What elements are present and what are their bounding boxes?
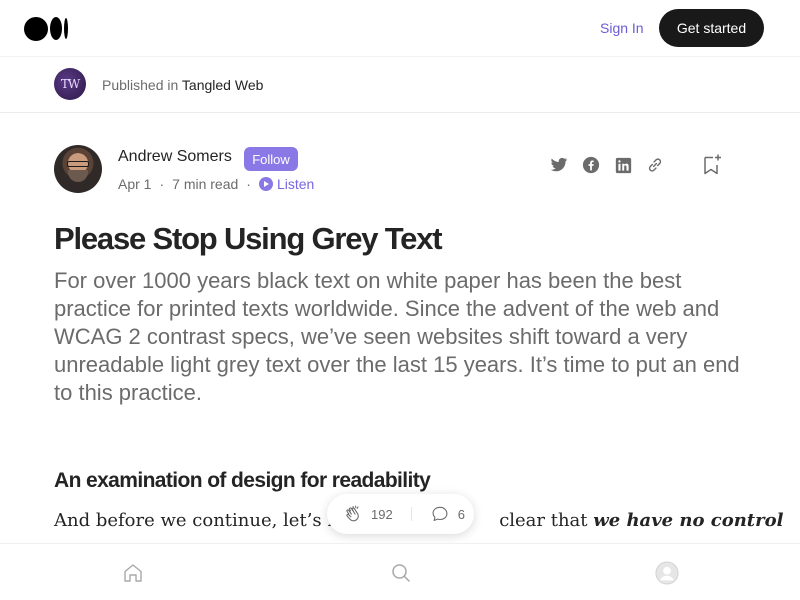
meta-separator: ·: [159, 176, 165, 192]
home-icon[interactable]: [121, 561, 145, 585]
clap-count: 192: [371, 506, 393, 522]
listen-button[interactable]: Listen: [258, 176, 315, 192]
linkedin-icon[interactable]: [612, 154, 634, 176]
responses-button[interactable]: 6: [430, 504, 465, 524]
response-count: 6: [457, 506, 465, 522]
sign-in-link[interactable]: Sign In: [600, 20, 644, 36]
section-heading: An examination of design for readability: [54, 469, 431, 492]
publication-logo[interactable]: TW: [54, 68, 86, 100]
profile-avatar-icon[interactable]: [655, 561, 679, 585]
get-started-button[interactable]: Get started: [659, 9, 764, 47]
twitter-icon[interactable]: [548, 154, 570, 176]
paragraph-text-start: And before we continue, let’s ma: [54, 510, 356, 531]
follow-button[interactable]: Follow: [244, 147, 298, 171]
author-name-link[interactable]: Andrew Somers: [118, 148, 232, 166]
bottom-navbar: [0, 543, 800, 600]
facebook-icon[interactable]: [580, 154, 602, 176]
article-subtitle: For over 1000 years black text on white …: [54, 268, 740, 405]
published-in-label: Published in: [102, 77, 179, 93]
medium-logo[interactable]: [24, 16, 68, 41]
published-in-text: Published in Tangled Web: [102, 77, 263, 93]
publish-date: Apr 1: [118, 176, 152, 192]
paragraph-text-mid: clear that: [499, 510, 594, 531]
publication-bar: TW Published in Tangled Web: [0, 57, 800, 113]
search-icon[interactable]: [389, 561, 413, 585]
author-avatar[interactable]: [54, 145, 102, 193]
link-icon[interactable]: [644, 154, 666, 176]
engagement-divider: [410, 507, 412, 521]
listen-label: Listen: [276, 176, 315, 192]
comment-icon: [432, 506, 448, 522]
engagement-bar: 192 6: [327, 494, 474, 534]
article-title: Please Stop Using Grey Text: [54, 221, 443, 256]
play-icon: [258, 177, 273, 191]
paragraph-emphasis: we have no control: [593, 510, 784, 531]
clap-button[interactable]: 192: [343, 504, 393, 524]
meta-separator: ·: [246, 176, 251, 192]
share-icons: [548, 153, 676, 177]
top-navbar: Sign In Get started: [0, 0, 800, 57]
bookmark-add-icon[interactable]: [701, 153, 723, 177]
clap-icon: [346, 505, 359, 522]
read-time: 7 min read: [172, 176, 239, 192]
article-meta: Apr 1 · 7 min read · Listen: [118, 176, 314, 192]
publication-name-link[interactable]: Tangled Web: [182, 77, 263, 93]
